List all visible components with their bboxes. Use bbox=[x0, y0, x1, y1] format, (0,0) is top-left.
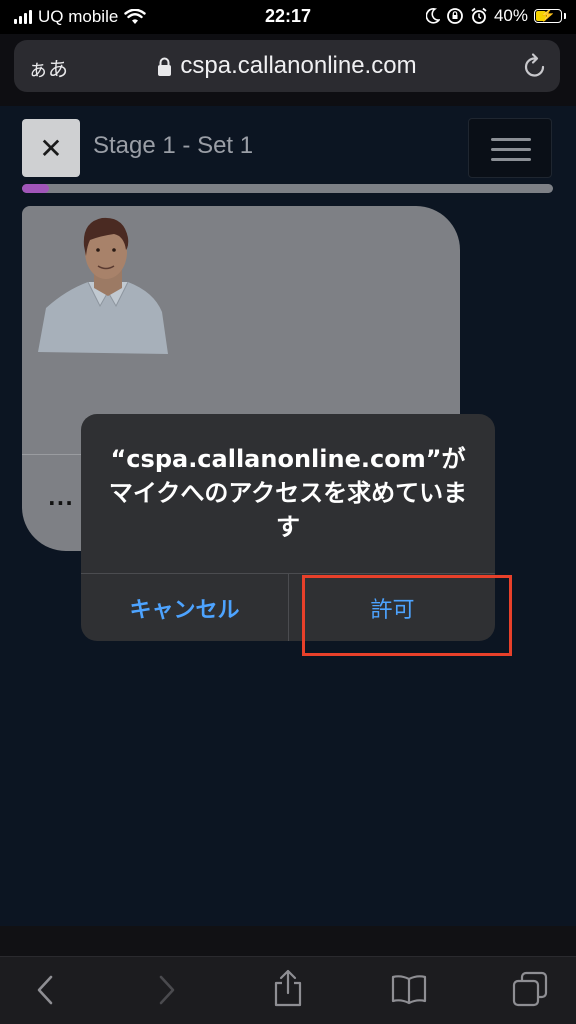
tabs-icon[interactable] bbox=[512, 971, 548, 1007]
toolbar-spacer bbox=[0, 926, 576, 956]
back-icon[interactable] bbox=[34, 973, 56, 1007]
typing-ellipsis: ... bbox=[48, 486, 74, 510]
cancel-button[interactable]: キャンセル bbox=[81, 574, 288, 641]
status-right: 40% ⚡ bbox=[425, 6, 566, 26]
forward-icon[interactable] bbox=[156, 973, 178, 1007]
teacher-avatar bbox=[38, 217, 168, 354]
url-container[interactable]: cspa.callanonline.com bbox=[14, 52, 560, 80]
close-icon: ✕ bbox=[39, 131, 63, 165]
page-title: Stage 1 - Set 1 bbox=[93, 132, 254, 159]
battery-icon: ⚡ bbox=[534, 9, 562, 23]
progress-fill bbox=[22, 184, 49, 193]
close-button[interactable]: ✕ bbox=[22, 119, 80, 177]
battery-percent: 40% bbox=[493, 6, 528, 25]
lesson-progress-bar bbox=[22, 184, 553, 193]
allow-button-highlight bbox=[302, 575, 512, 656]
moon-icon bbox=[425, 8, 440, 24]
bookmarks-icon[interactable] bbox=[390, 973, 428, 1005]
reload-icon[interactable] bbox=[522, 52, 548, 80]
browser-chrome: ぁあ cspa.callanonline.com bbox=[0, 34, 576, 106]
share-icon[interactable] bbox=[272, 969, 304, 1007]
dialog-message: “cspa.callanonline.com”がマイクへのアクセスを求めています bbox=[108, 445, 468, 541]
browser-toolbar bbox=[0, 956, 576, 1024]
status-bar: UQ mobile 22:17 40% ⚡ bbox=[0, 0, 576, 34]
lock-icon bbox=[158, 57, 172, 76]
hamburger-menu-button[interactable] bbox=[468, 118, 552, 178]
screen: UQ mobile 22:17 40% ⚡ ぁあ cspa.callanonli… bbox=[0, 0, 576, 1024]
address-bar[interactable]: ぁあ cspa.callanonline.com bbox=[14, 40, 560, 92]
url-text: cspa.callanonline.com bbox=[180, 52, 417, 79]
orientation-lock-icon bbox=[447, 8, 463, 24]
alarm-icon bbox=[471, 7, 487, 24]
